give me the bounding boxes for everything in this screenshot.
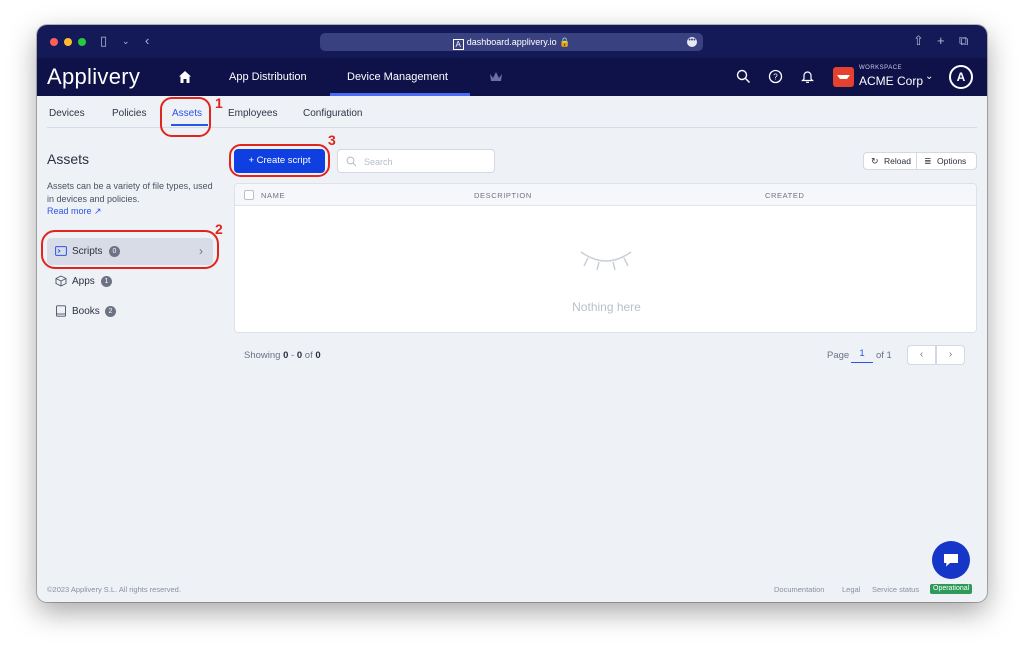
book-icon (56, 305, 66, 317)
search-input[interactable]: Search (337, 149, 495, 173)
url-text: dashboard.applivery.io (466, 37, 557, 47)
sliders-icon: ≣ (924, 156, 932, 166)
site-logo-icon: A (452, 39, 464, 50)
status-badge: Operational (930, 584, 973, 594)
reload-label: Reload (884, 156, 911, 166)
annotation-number: 3 (328, 132, 336, 148)
search-placeholder: Search (364, 157, 393, 167)
reload-button[interactable]: ↻ Reload (863, 152, 917, 170)
scripts-table: NAME DESCRIPTION CREATED Nothing here (234, 183, 977, 333)
search-icon[interactable] (736, 69, 751, 84)
annotation-ring-create-script (229, 144, 330, 177)
count-badge: 1 (101, 276, 112, 287)
home-icon[interactable] (178, 70, 192, 84)
column-description[interactable]: DESCRIPTION (474, 191, 532, 200)
tab-policies[interactable]: Policies (112, 108, 146, 119)
page-title: Assets (47, 151, 90, 167)
page-number-input[interactable]: 1 (851, 347, 873, 363)
workspace-label: WORKSPACE (859, 65, 903, 71)
share-icon[interactable]: ⇧ (913, 33, 924, 49)
nav-app-distribution[interactable]: App Distribution (229, 71, 307, 83)
search-icon (346, 156, 357, 167)
sidebar-toggle-icon[interactable]: ▯ (100, 33, 107, 49)
maximize-window-icon[interactable] (78, 38, 86, 46)
service-status-link[interactable]: Service status (872, 585, 919, 594)
chat-icon (944, 554, 958, 567)
box-icon (55, 275, 67, 287)
external-link-icon: ↗ (94, 206, 102, 216)
page-description: Assets can be a variety of file types, u… (47, 181, 213, 204)
count-badge: 2 (105, 306, 116, 317)
select-all-checkbox[interactable] (244, 190, 254, 200)
options-label: Options (937, 156, 967, 166)
back-icon[interactable]: ‹ (145, 33, 149, 49)
sidebar-item-label: Apps (72, 276, 95, 287)
page-total: of 1 (876, 350, 892, 361)
annotation-number: 1 (215, 95, 223, 111)
browser-window: ▯ ⌄ ‹ Adashboard.applivery.io 🔒 ••• ⇧ + … (37, 25, 987, 602)
empty-state-text: Nothing here (572, 300, 641, 314)
workspace-logo-icon[interactable] (833, 67, 854, 87)
chevron-down-icon[interactable]: ⌄ (122, 33, 130, 49)
address-bar[interactable]: Adashboard.applivery.io 🔒 ••• (320, 33, 703, 51)
bell-icon[interactable] (800, 69, 815, 84)
avatar[interactable]: A (949, 65, 973, 89)
lock-icon: 🔒 (556, 37, 571, 47)
column-created[interactable]: CREATED (765, 191, 804, 200)
chat-button[interactable] (932, 541, 970, 579)
workspace-name[interactable]: ACME Corp (859, 74, 923, 88)
refresh-icon: ↻ (871, 156, 879, 166)
annotation-ring-assets (160, 97, 211, 137)
tab-devices[interactable]: Devices (49, 108, 85, 119)
sidebar-item-apps[interactable]: Apps 1 (47, 268, 213, 295)
help-icon[interactable]: ? (768, 69, 783, 84)
read-more-link[interactable]: Read more ↗ (47, 206, 102, 217)
close-window-icon[interactable] (50, 38, 58, 46)
app-navbar: Applivery App Distribution Device Manage… (37, 58, 987, 96)
copyright: ©2023 Applivery S.L. All rights reserved… (47, 585, 181, 594)
annotation-ring-scripts (41, 230, 219, 269)
browser-titlebar: ▯ ⌄ ‹ Adashboard.applivery.io 🔒 ••• ⇧ + … (37, 25, 987, 58)
minimize-window-icon[interactable] (64, 38, 72, 46)
crown-icon[interactable] (489, 71, 503, 83)
options-button[interactable]: ≣ Options (916, 152, 977, 170)
documentation-link[interactable]: Documentation (774, 585, 824, 594)
sidebar-item-label: Books (72, 306, 100, 317)
new-tab-icon[interactable]: + (937, 33, 945, 49)
column-name[interactable]: NAME (261, 191, 285, 200)
tab-employees[interactable]: Employees (228, 108, 277, 119)
tab-overview-icon[interactable]: ⧉ (959, 33, 968, 49)
more-icon[interactable]: ••• (687, 37, 697, 47)
sidebar-item-books[interactable]: Books 2 (47, 298, 213, 325)
annotation-number: 2 (215, 221, 223, 237)
table-header: NAME DESCRIPTION CREATED (235, 184, 976, 206)
nav-device-management[interactable]: Device Management (347, 71, 448, 83)
tab-configuration[interactable]: Configuration (303, 108, 362, 119)
chevron-left-icon: ‹ (919, 349, 924, 360)
previous-page-button[interactable]: ‹ (907, 345, 936, 365)
svg-text:?: ? (773, 73, 778, 82)
next-page-button[interactable]: › (936, 345, 965, 365)
results-summary: Showing 0 - 0 of 0 (244, 350, 321, 361)
page-label: Page (827, 350, 850, 361)
closed-eye-icon (580, 251, 632, 271)
read-more-label: Read more (47, 206, 92, 216)
legal-link[interactable]: Legal (842, 585, 860, 594)
workspace-chevron-icon[interactable]: ⌄ (925, 71, 933, 82)
brand-logo[interactable]: Applivery (47, 64, 140, 90)
chevron-right-icon: › (948, 349, 953, 360)
